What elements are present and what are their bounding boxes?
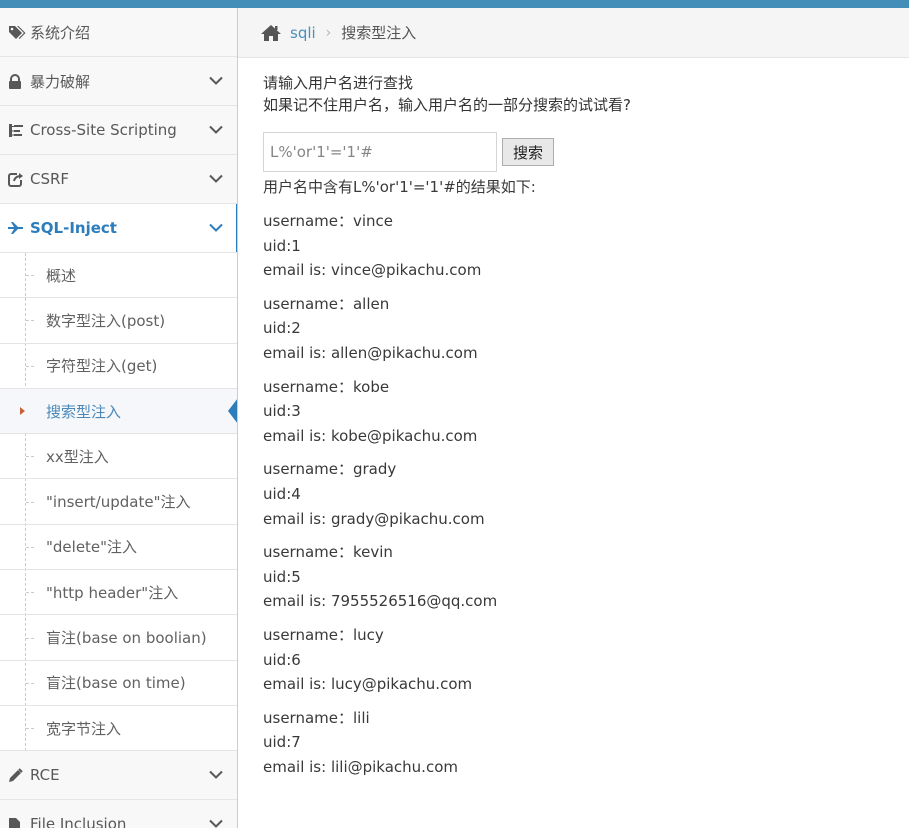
file-icon xyxy=(8,817,28,828)
result-uid: uid:6 xyxy=(263,650,301,669)
search-input[interactable] xyxy=(263,132,497,172)
sidebar-item-file-inclusion[interactable]: File Inclusion xyxy=(0,800,237,828)
result-uid: uid:2 xyxy=(263,319,301,338)
submenu-item-wide-byte[interactable]: 宽字节注入 xyxy=(0,706,237,752)
hint-line-1: 请输入用户名进行查找 xyxy=(263,74,414,92)
active-pointer-icon xyxy=(228,398,237,425)
result-title: 用户名中含有L%'or'1'='1'#的结果如下: xyxy=(263,178,536,196)
plane-icon xyxy=(8,222,28,234)
tags-icon xyxy=(8,25,28,39)
result-uid: uid:3 xyxy=(263,402,301,421)
submenu-item-label: 概述 xyxy=(46,266,77,285)
sidebar-item-sql-inject[interactable]: SQL-Inject xyxy=(0,204,237,253)
submenu-item-search[interactable]: 搜索型注入 xyxy=(0,388,237,435)
submenu-item-overview[interactable]: 概述 xyxy=(0,253,237,299)
sidebar-item-label: 暴力破解 xyxy=(30,72,91,91)
result-email: email is: vince@pikachu.com xyxy=(263,261,482,280)
submenu-item-label: "insert/update"注入 xyxy=(46,493,191,512)
main-content: 请输入用户名进行查找 如果记不住用户名，输入用户名的一部分搜索的试试看? 搜索 … xyxy=(263,72,903,788)
sidebar-item-label: SQL-Inject xyxy=(30,219,117,237)
result-email: email is: 7955526516@qq.com xyxy=(263,592,498,611)
result-item: username：lucy uid:6 email is: lucy@pikac… xyxy=(263,623,903,697)
submenu-item-label: "http header"注入 xyxy=(46,583,179,602)
breadcrumb: sqli › 搜索型注入 xyxy=(238,8,909,58)
sidebar-item-csrf[interactable]: CSRF xyxy=(0,155,237,204)
sidebar-item-rce[interactable]: RCE xyxy=(0,751,237,801)
submenu-item-label: "delete"注入 xyxy=(46,538,138,557)
result-uid: uid:4 xyxy=(263,484,301,503)
result-username: username：vince xyxy=(263,212,394,230)
home-icon[interactable] xyxy=(260,24,282,42)
breadcrumb-separator-icon: › xyxy=(325,24,332,41)
lock-icon xyxy=(8,73,28,89)
top-bar xyxy=(0,0,909,8)
result-item: username：kevin uid:5 email is: 795552651… xyxy=(263,540,903,614)
sidebar-item-label: Cross-Site Scripting xyxy=(30,121,177,139)
submenu-item-label: 搜索型注入 xyxy=(46,402,122,421)
sidebar: 系统介绍 暴力破解 Cross-Site Scripting CSRF SQL-… xyxy=(0,8,238,828)
submenu-item-blind-time[interactable]: 盲注(base on time) xyxy=(0,661,237,706)
submenu-item-string-get[interactable]: 字符型注入(get) xyxy=(0,344,237,389)
result-username: username：lucy xyxy=(263,625,384,644)
result-email: email is: lucy@pikachu.com xyxy=(263,675,473,694)
search-form: 搜索 xyxy=(263,132,903,172)
sidebar-item-xss[interactable]: Cross-Site Scripting xyxy=(0,106,237,155)
result-username: username：grady xyxy=(263,460,397,479)
submenu-item-http-header[interactable]: "http header"注入 xyxy=(0,570,237,616)
result-item: username：lili uid:7 email is: lili@pikac… xyxy=(263,706,903,780)
chevron-down-icon xyxy=(209,771,223,780)
submenu-item-delete[interactable]: "delete"注入 xyxy=(0,525,237,571)
chevron-down-icon xyxy=(209,174,223,184)
sitemap-icon xyxy=(8,123,28,138)
result-uid: uid:7 xyxy=(263,733,301,752)
submenu-item-label: 数字型注入(post) xyxy=(46,311,166,330)
sidebar-item-label: File Inclusion xyxy=(30,815,127,828)
result-username: username：lili xyxy=(263,708,370,727)
result-uid: uid:1 xyxy=(263,236,301,255)
share-icon xyxy=(8,171,28,187)
result-item: username：allen uid:2 email is: allen@pik… xyxy=(263,292,903,366)
sidebar-item-label: 系统介绍 xyxy=(30,23,91,42)
result-username: username：allen xyxy=(263,294,390,313)
result-uid: uid:5 xyxy=(263,567,301,586)
result-email: email is: kobe@pikachu.com xyxy=(263,426,478,445)
chevron-down-icon xyxy=(209,820,223,828)
result-item: username：kobe uid:3 email is: kobe@pikac… xyxy=(263,375,903,449)
result-email: email is: allen@pikachu.com xyxy=(263,343,478,362)
sidebar-item-brute-force[interactable]: 暴力破解 xyxy=(0,57,237,106)
breadcrumb-current: 搜索型注入 xyxy=(341,24,417,42)
chevron-down-icon xyxy=(209,125,223,135)
submenu-item-blind-boolean[interactable]: 盲注(base on boolian) xyxy=(0,615,237,661)
result-username: username：kobe xyxy=(263,377,390,396)
hint-line-2: 如果记不住用户名，输入用户名的一部分搜索的试试看? xyxy=(263,96,631,114)
submenu-item-xx[interactable]: xx型注入 xyxy=(0,434,237,480)
submenu-item-label: 盲注(base on boolian) xyxy=(46,629,207,648)
result-username: username：kevin xyxy=(263,543,393,562)
sidebar-item-label: CSRF xyxy=(30,170,70,188)
result-email: email is: grady@pikachu.com xyxy=(263,509,485,528)
chevron-down-icon xyxy=(209,76,223,86)
chevron-down-icon xyxy=(209,223,223,233)
result-item: username：grady uid:4 email is: grady@pik… xyxy=(263,457,903,531)
result-email: email is: lili@pikachu.com xyxy=(263,757,458,776)
breadcrumb-link-sqli[interactable]: sqli xyxy=(290,24,316,42)
sql-inject-submenu: 概述 数字型注入(post) 字符型注入(get) 搜索型注入 xx型注入 "i… xyxy=(0,253,237,752)
sidebar-item-intro[interactable]: 系统介绍 xyxy=(0,8,237,57)
result-item: username：vince uid:1 email is: vince@pik… xyxy=(263,209,903,283)
submenu-item-label: 宽字节注入 xyxy=(46,719,122,738)
results-list: username：vince uid:1 email is: vince@pik… xyxy=(263,209,903,779)
submenu-item-numeric-post[interactable]: 数字型注入(post) xyxy=(0,298,237,344)
search-button[interactable]: 搜索 xyxy=(502,138,555,166)
submenu-item-label: 字符型注入(get) xyxy=(46,357,158,376)
caret-right-icon xyxy=(20,407,25,416)
submenu-item-label: xx型注入 xyxy=(46,447,109,466)
pencil-icon xyxy=(8,768,28,783)
sidebar-item-label: RCE xyxy=(30,766,60,785)
submenu-item-insert-update[interactable]: "insert/update"注入 xyxy=(0,479,237,525)
submenu-item-label: 盲注(base on time) xyxy=(46,674,186,693)
